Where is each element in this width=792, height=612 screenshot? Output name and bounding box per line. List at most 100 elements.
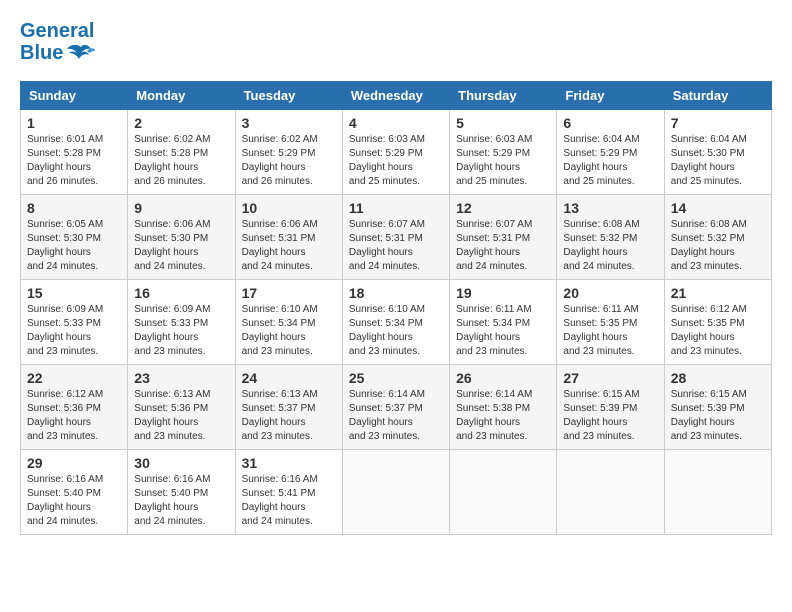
day-info: Sunrise: 6:14 AMSunset: 5:37 PMDaylight … xyxy=(349,388,443,444)
day-info: Sunrise: 6:09 AMSunset: 5:33 PMDaylight … xyxy=(27,303,121,359)
day-info: Sunrise: 6:07 AMSunset: 5:31 PMDaylight … xyxy=(456,218,550,274)
day-number: 9 xyxy=(134,200,228,216)
calendar-day-cell: 29 Sunrise: 6:16 AMSunset: 5:40 PMDaylig… xyxy=(21,450,128,535)
day-number: 3 xyxy=(242,115,336,131)
day-number: 4 xyxy=(349,115,443,131)
page-header: General Blue xyxy=(20,20,772,65)
calendar-day-cell: 26 Sunrise: 6:14 AMSunset: 5:38 PMDaylig… xyxy=(450,365,557,450)
day-number: 20 xyxy=(563,285,657,301)
day-info: Sunrise: 6:05 AMSunset: 5:30 PMDaylight … xyxy=(27,218,121,274)
calendar-day-cell: 25 Sunrise: 6:14 AMSunset: 5:37 PMDaylig… xyxy=(342,365,449,450)
day-info: Sunrise: 6:02 AMSunset: 5:29 PMDaylight … xyxy=(242,133,336,189)
day-number: 17 xyxy=(242,285,336,301)
day-info: Sunrise: 6:04 AMSunset: 5:29 PMDaylight … xyxy=(563,133,657,189)
calendar-day-cell: 17 Sunrise: 6:10 AMSunset: 5:34 PMDaylig… xyxy=(235,280,342,365)
day-number: 18 xyxy=(349,285,443,301)
day-info: Sunrise: 6:13 AMSunset: 5:37 PMDaylight … xyxy=(242,388,336,444)
day-number: 15 xyxy=(27,285,121,301)
day-number: 29 xyxy=(27,455,121,471)
calendar-day-cell xyxy=(342,450,449,535)
day-number: 8 xyxy=(27,200,121,216)
logo-bird-icon xyxy=(67,43,95,65)
calendar-week-row: 29 Sunrise: 6:16 AMSunset: 5:40 PMDaylig… xyxy=(21,450,772,535)
calendar-day-cell xyxy=(664,450,771,535)
day-number: 11 xyxy=(349,200,443,216)
day-info: Sunrise: 6:15 AMSunset: 5:39 PMDaylight … xyxy=(563,388,657,444)
day-info: Sunrise: 6:11 AMSunset: 5:34 PMDaylight … xyxy=(456,303,550,359)
calendar-day-cell: 1 Sunrise: 6:01 AMSunset: 5:28 PMDayligh… xyxy=(21,110,128,195)
day-info: Sunrise: 6:12 AMSunset: 5:35 PMDaylight … xyxy=(671,303,765,359)
calendar-week-row: 15 Sunrise: 6:09 AMSunset: 5:33 PMDaylig… xyxy=(21,280,772,365)
calendar-week-row: 22 Sunrise: 6:12 AMSunset: 5:36 PMDaylig… xyxy=(21,365,772,450)
day-number: 12 xyxy=(456,200,550,216)
day-info: Sunrise: 6:04 AMSunset: 5:30 PMDaylight … xyxy=(671,133,765,189)
day-info: Sunrise: 6:11 AMSunset: 5:35 PMDaylight … xyxy=(563,303,657,359)
calendar-day-cell: 5 Sunrise: 6:03 AMSunset: 5:29 PMDayligh… xyxy=(450,110,557,195)
day-info: Sunrise: 6:14 AMSunset: 5:38 PMDaylight … xyxy=(456,388,550,444)
weekday-header-thursday: Thursday xyxy=(450,82,557,110)
day-number: 2 xyxy=(134,115,228,131)
day-info: Sunrise: 6:08 AMSunset: 5:32 PMDaylight … xyxy=(563,218,657,274)
calendar-day-cell: 9 Sunrise: 6:06 AMSunset: 5:30 PMDayligh… xyxy=(128,195,235,280)
day-number: 14 xyxy=(671,200,765,216)
calendar-day-cell: 16 Sunrise: 6:09 AMSunset: 5:33 PMDaylig… xyxy=(128,280,235,365)
day-number: 22 xyxy=(27,370,121,386)
day-info: Sunrise: 6:16 AMSunset: 5:41 PMDaylight … xyxy=(242,473,336,529)
day-number: 26 xyxy=(456,370,550,386)
day-number: 21 xyxy=(671,285,765,301)
calendar-day-cell: 15 Sunrise: 6:09 AMSunset: 5:33 PMDaylig… xyxy=(21,280,128,365)
calendar-day-cell: 14 Sunrise: 6:08 AMSunset: 5:32 PMDaylig… xyxy=(664,195,771,280)
day-number: 10 xyxy=(242,200,336,216)
calendar-day-cell: 28 Sunrise: 6:15 AMSunset: 5:39 PMDaylig… xyxy=(664,365,771,450)
calendar-day-cell: 12 Sunrise: 6:07 AMSunset: 5:31 PMDaylig… xyxy=(450,195,557,280)
day-info: Sunrise: 6:13 AMSunset: 5:36 PMDaylight … xyxy=(134,388,228,444)
day-number: 23 xyxy=(134,370,228,386)
calendar-day-cell: 3 Sunrise: 6:02 AMSunset: 5:29 PMDayligh… xyxy=(235,110,342,195)
day-info: Sunrise: 6:08 AMSunset: 5:32 PMDaylight … xyxy=(671,218,765,274)
calendar-day-cell: 21 Sunrise: 6:12 AMSunset: 5:35 PMDaylig… xyxy=(664,280,771,365)
day-number: 1 xyxy=(27,115,121,131)
day-info: Sunrise: 6:16 AMSunset: 5:40 PMDaylight … xyxy=(27,473,121,529)
logo: General Blue xyxy=(20,20,95,65)
calendar-day-cell: 19 Sunrise: 6:11 AMSunset: 5:34 PMDaylig… xyxy=(450,280,557,365)
calendar-day-cell: 8 Sunrise: 6:05 AMSunset: 5:30 PMDayligh… xyxy=(21,195,128,280)
calendar-day-cell: 27 Sunrise: 6:15 AMSunset: 5:39 PMDaylig… xyxy=(557,365,664,450)
day-info: Sunrise: 6:10 AMSunset: 5:34 PMDaylight … xyxy=(349,303,443,359)
calendar-day-cell: 11 Sunrise: 6:07 AMSunset: 5:31 PMDaylig… xyxy=(342,195,449,280)
calendar-day-cell: 10 Sunrise: 6:06 AMSunset: 5:31 PMDaylig… xyxy=(235,195,342,280)
day-number: 25 xyxy=(349,370,443,386)
day-number: 13 xyxy=(563,200,657,216)
day-info: Sunrise: 6:03 AMSunset: 5:29 PMDaylight … xyxy=(349,133,443,189)
weekday-header-saturday: Saturday xyxy=(664,82,771,110)
calendar-table: SundayMondayTuesdayWednesdayThursdayFrid… xyxy=(20,81,772,535)
day-info: Sunrise: 6:15 AMSunset: 5:39 PMDaylight … xyxy=(671,388,765,444)
calendar-day-cell: 22 Sunrise: 6:12 AMSunset: 5:36 PMDaylig… xyxy=(21,365,128,450)
day-info: Sunrise: 6:07 AMSunset: 5:31 PMDaylight … xyxy=(349,218,443,274)
day-number: 7 xyxy=(671,115,765,131)
day-number: 16 xyxy=(134,285,228,301)
day-info: Sunrise: 6:06 AMSunset: 5:30 PMDaylight … xyxy=(134,218,228,274)
day-number: 28 xyxy=(671,370,765,386)
day-number: 6 xyxy=(563,115,657,131)
day-info: Sunrise: 6:06 AMSunset: 5:31 PMDaylight … xyxy=(242,218,336,274)
calendar-body: 1 Sunrise: 6:01 AMSunset: 5:28 PMDayligh… xyxy=(21,110,772,535)
calendar-header-row: SundayMondayTuesdayWednesdayThursdayFrid… xyxy=(21,82,772,110)
weekday-header-sunday: Sunday xyxy=(21,82,128,110)
day-number: 24 xyxy=(242,370,336,386)
calendar-day-cell: 20 Sunrise: 6:11 AMSunset: 5:35 PMDaylig… xyxy=(557,280,664,365)
day-info: Sunrise: 6:16 AMSunset: 5:40 PMDaylight … xyxy=(134,473,228,529)
day-info: Sunrise: 6:03 AMSunset: 5:29 PMDaylight … xyxy=(456,133,550,189)
day-info: Sunrise: 6:12 AMSunset: 5:36 PMDaylight … xyxy=(27,388,121,444)
calendar-day-cell: 6 Sunrise: 6:04 AMSunset: 5:29 PMDayligh… xyxy=(557,110,664,195)
weekday-header-monday: Monday xyxy=(128,82,235,110)
calendar-day-cell: 23 Sunrise: 6:13 AMSunset: 5:36 PMDaylig… xyxy=(128,365,235,450)
day-info: Sunrise: 6:02 AMSunset: 5:28 PMDaylight … xyxy=(134,133,228,189)
calendar-week-row: 1 Sunrise: 6:01 AMSunset: 5:28 PMDayligh… xyxy=(21,110,772,195)
calendar-day-cell: 30 Sunrise: 6:16 AMSunset: 5:40 PMDaylig… xyxy=(128,450,235,535)
calendar-day-cell xyxy=(557,450,664,535)
day-number: 19 xyxy=(456,285,550,301)
calendar-day-cell: 24 Sunrise: 6:13 AMSunset: 5:37 PMDaylig… xyxy=(235,365,342,450)
calendar-day-cell: 2 Sunrise: 6:02 AMSunset: 5:28 PMDayligh… xyxy=(128,110,235,195)
logo-blue: Blue xyxy=(20,42,63,65)
calendar-day-cell xyxy=(450,450,557,535)
